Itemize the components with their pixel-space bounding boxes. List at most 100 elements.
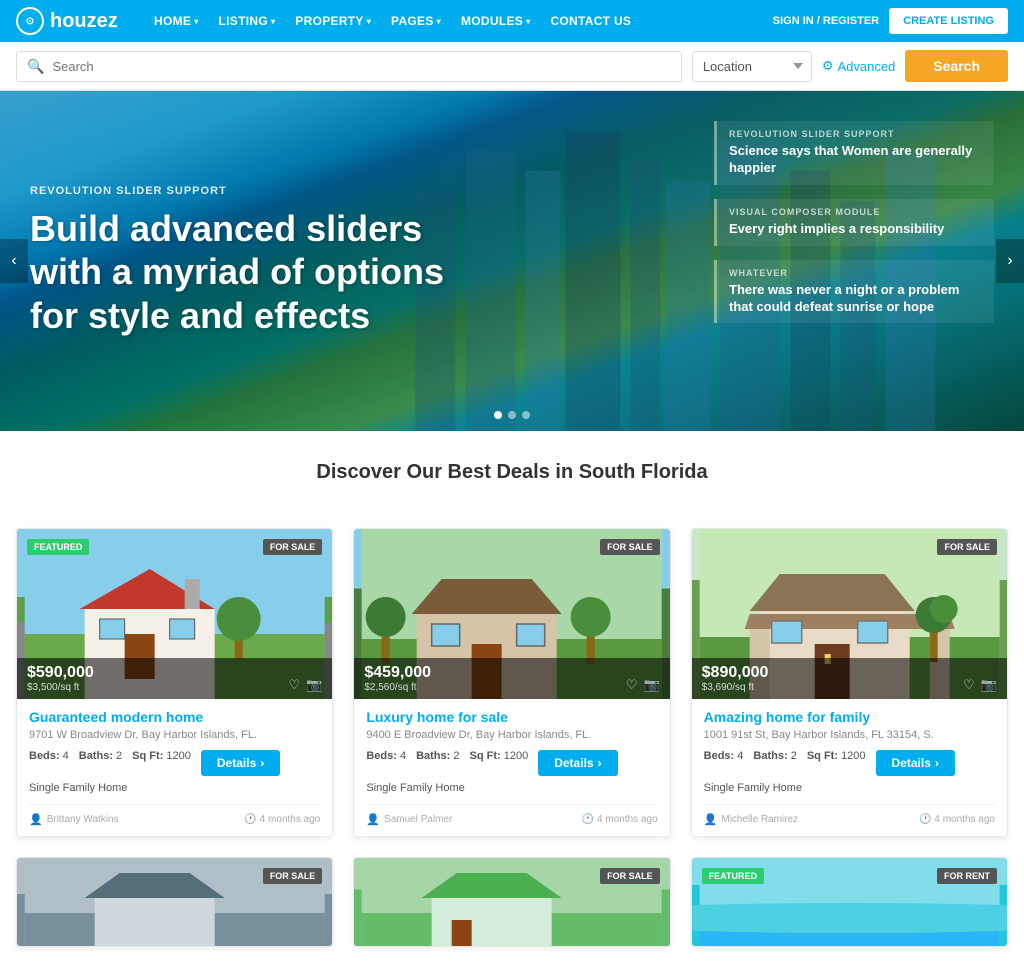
card-image-3: FOR SALE $890,000 $3,690/sq ft ♡ 📷: [692, 529, 1007, 699]
card-meta-3: 👤 Michelle Ramirez 🕐 4 months ago: [704, 804, 995, 826]
card-title-2[interactable]: Luxury home for sale: [366, 709, 657, 725]
advanced-link[interactable]: ⚙ Advanced: [822, 58, 895, 74]
partial-badge-featured-3: FEATURED: [702, 868, 764, 884]
nav-item-contact-us[interactable]: CONTACT US: [542, 10, 639, 32]
chevron-icon: ▾: [437, 17, 441, 26]
camera-icon-2[interactable]: 📷: [643, 677, 659, 693]
card-address-3: 1001 91st St, Bay Harbor Islands, FL 331…: [704, 728, 995, 742]
nav-item-property[interactable]: PROPERTY▾: [287, 10, 379, 32]
card-time-1: 🕐 4 months ago: [244, 814, 320, 825]
card-time-2: 🕐 4 months ago: [582, 814, 658, 825]
nav-item-modules[interactable]: MODULES▾: [453, 10, 538, 32]
nav-item-pages[interactable]: PAGES▾: [383, 10, 449, 32]
hero-prev-button[interactable]: ‹: [0, 239, 28, 283]
hero-right-panel: REVOLUTION SLIDER SUPPORT Science says t…: [714, 121, 994, 337]
heart-icon-1[interactable]: ♡: [288, 677, 300, 693]
hero-subtitle: REVOLUTION SLIDER SUPPORT: [30, 185, 490, 197]
card-agent-3: 👤 Michelle Ramirez: [704, 813, 798, 826]
card-title-1[interactable]: Guaranteed modern home: [29, 709, 320, 725]
card-address-1: 9701 W Broadview Dr, Bay Harbor Islands,…: [29, 728, 320, 742]
search-input-wrap: 🔍: [16, 51, 682, 82]
card-price-2: $459,000 $2,560/sq ft: [364, 664, 431, 693]
signin-link[interactable]: SIGN IN / REGISTER: [773, 15, 879, 27]
card-price-3: $890,000 $3,690/sq ft: [702, 664, 769, 693]
card-image-2: FOR SALE $459,000 $2,560/sq ft ♡ 📷: [354, 529, 669, 699]
logo-text: houzez: [50, 10, 118, 33]
heart-icon-3[interactable]: ♡: [963, 677, 975, 693]
camera-icon-3[interactable]: 📷: [981, 677, 997, 693]
nav-right: SIGN IN / REGISTER CREATE LISTING: [773, 8, 1008, 34]
partial-card-3: FEATURED FOR RENT: [691, 857, 1008, 947]
hero-dot-2[interactable]: [508, 411, 516, 419]
hero-side-label-3: WHATEVER: [729, 268, 982, 278]
details-button-3[interactable]: Details ›: [876, 750, 955, 776]
card-body-3: Amazing home for family 1001 91st St, Ba…: [692, 699, 1007, 836]
search-bar: 🔍 Location ⚙ Advanced Search: [0, 42, 1024, 91]
chevron-icon: ▾: [194, 17, 198, 26]
badge-sale-3: FOR SALE: [937, 539, 997, 555]
card-price-bar-1: $590,000 $3,500/sq ft ♡ 📷: [17, 658, 332, 699]
badge-sale-1: FOR SALE: [263, 539, 323, 555]
nav-item-home[interactable]: HOME▾: [146, 10, 207, 32]
location-select[interactable]: Location: [692, 51, 812, 82]
partial-card-img-3: FEATURED FOR RENT: [692, 858, 1007, 947]
card-price-bar-2: $459,000 $2,560/sq ft ♡ 📷: [354, 658, 669, 699]
hero-dot-3[interactable]: [522, 411, 530, 419]
site-logo[interactable]: ⊙ houzez: [16, 7, 126, 35]
details-button-1[interactable]: Details ›: [201, 750, 280, 776]
nav-menu: HOME▾LISTING▾PROPERTY▾PAGES▾MODULES▾CONT…: [146, 10, 753, 32]
badge-sale-2: FOR SALE: [600, 539, 660, 555]
hero-banner: REVOLUTION SLIDER SUPPORT Build advanced…: [0, 91, 1024, 431]
partial-badge-rent-3: FOR RENT: [937, 868, 997, 884]
search-icon: 🔍: [27, 58, 44, 75]
partial-badge-sale-1: FOR SALE: [263, 868, 323, 884]
hero-side-text-3: There was never a night or a problem tha…: [729, 282, 982, 316]
agent-icon-3: 👤: [704, 813, 718, 826]
property-grid-partial: FOR SALE FOR SALE FEATURED: [0, 857, 1024, 967]
clock-icon-3: 🕐: [919, 814, 931, 825]
card-price-1: $590,000 $3,500/sq ft: [27, 664, 94, 693]
nav-item-listing[interactable]: LISTING▾: [211, 10, 284, 32]
details-button-2[interactable]: Details ›: [538, 750, 617, 776]
card-specs-2: Beds: 4 Baths: 2 Sq Ft: 1200 Details ›: [366, 750, 657, 776]
card-actions-3: ♡ 📷: [963, 677, 997, 693]
card-title-3[interactable]: Amazing home for family: [704, 709, 995, 725]
hero-content: REVOLUTION SLIDER SUPPORT Build advanced…: [0, 155, 520, 367]
property-card-2: FOR SALE $459,000 $2,560/sq ft ♡ 📷 Luxur…: [353, 528, 670, 837]
hero-side-item-2: VISUAL COMPOSER MODULE Every right impli…: [714, 199, 994, 246]
section-title: Discover Our Best Deals in South Florida: [16, 461, 1008, 484]
property-card-3: FOR SALE $890,000 $3,690/sq ft ♡ 📷 Amazi…: [691, 528, 1008, 837]
hero-side-text-2: Every right implies a responsibility: [729, 221, 982, 238]
card-type-1: Single Family Home: [29, 782, 320, 794]
card-agent-1: 👤 Brittany Watkins: [29, 813, 119, 826]
agent-icon-1: 👤: [29, 813, 43, 826]
create-listing-button[interactable]: CREATE LISTING: [889, 8, 1008, 34]
card-meta-2: 👤 Samuel Palmer 🕐 4 months ago: [366, 804, 657, 826]
card-meta-1: 👤 Brittany Watkins 🕐 4 months ago: [29, 804, 320, 826]
card-type-2: Single Family Home: [366, 782, 657, 794]
agent-icon-2: 👤: [366, 813, 380, 826]
hero-side-label-2: VISUAL COMPOSER MODULE: [729, 207, 982, 217]
hero-next-button[interactable]: ›: [996, 239, 1024, 283]
hero-nav-dots: [494, 411, 530, 419]
card-actions-1: ♡ 📷: [288, 677, 322, 693]
card-price-bar-3: $890,000 $3,690/sq ft ♡ 📷: [692, 658, 1007, 699]
search-input[interactable]: [52, 59, 670, 74]
card-actions-2: ♡ 📷: [626, 677, 660, 693]
hero-side-text-1: Science says that Women are generally ha…: [729, 143, 982, 177]
search-button[interactable]: Search: [905, 50, 1008, 82]
heart-icon-2[interactable]: ♡: [626, 677, 638, 693]
clock-icon-2: 🕐: [582, 814, 594, 825]
card-specs-3: Beds: 4 Baths: 2 Sq Ft: 1200 Details ›: [704, 750, 995, 776]
card-body-1: Guaranteed modern home 9701 W Broadview …: [17, 699, 332, 836]
chevron-icon: ▾: [367, 17, 371, 26]
badge-featured-1: FEATURED: [27, 539, 89, 555]
hero-title: Build advanced sliders with a myriad of …: [30, 207, 490, 337]
partial-card-img-1: FOR SALE: [17, 858, 332, 947]
card-agent-2: 👤 Samuel Palmer: [366, 813, 452, 826]
hero-dot-1[interactable]: [494, 411, 502, 419]
camera-icon-1[interactable]: 📷: [306, 677, 322, 693]
chevron-icon: ▾: [526, 17, 530, 26]
partial-card-1: FOR SALE: [16, 857, 333, 947]
partial-card-2: FOR SALE: [353, 857, 670, 947]
